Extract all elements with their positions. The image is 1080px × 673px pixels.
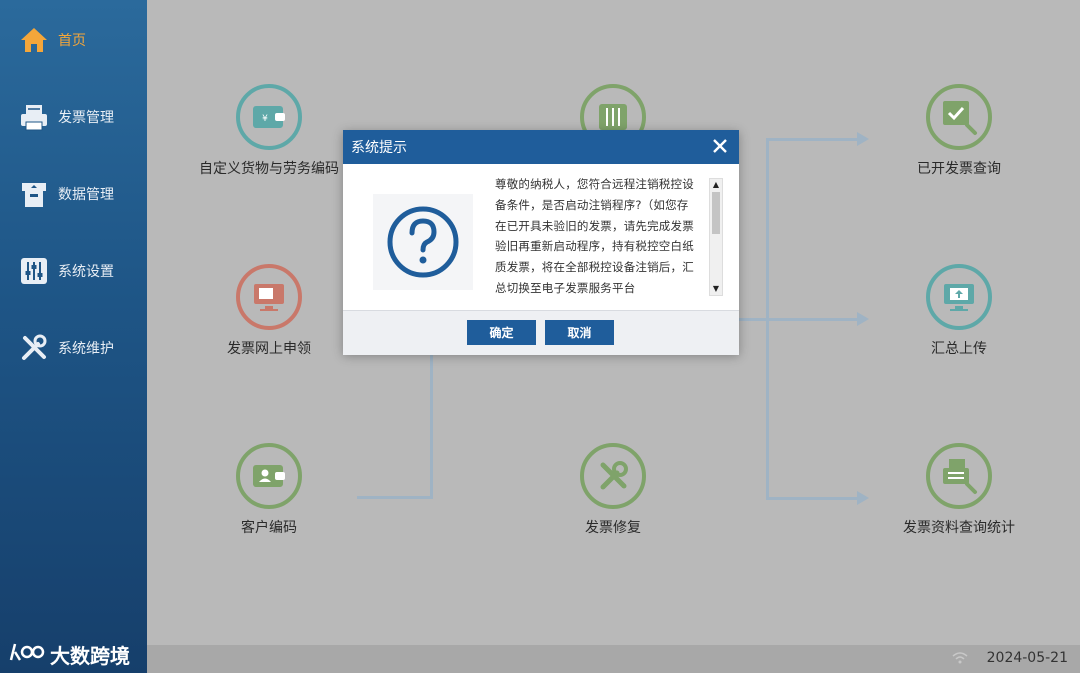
- dialog-title: 系统提示: [351, 140, 407, 156]
- arrow-head: [857, 491, 869, 505]
- sidebar-item-label: 发票管理: [58, 110, 114, 126]
- search-check-icon: [926, 84, 992, 150]
- sidebar-item-system-settings[interactable]: 系统设置: [18, 251, 114, 291]
- system-prompt-dialog: 系统提示 尊敬的纳税人，您符合远程注销税控设备条件，是否启动注销程序?（如您存在…: [343, 130, 739, 355]
- sidebar-item-home[interactable]: 首页: [18, 20, 86, 60]
- home-icon: [18, 24, 50, 56]
- flow-line: [766, 138, 858, 141]
- svg-text:¥: ¥: [262, 114, 268, 124]
- wallet-icon: ¥: [236, 84, 302, 150]
- flow-line: [357, 496, 433, 499]
- sidebar-item-label: 首页: [58, 33, 86, 49]
- tile-label: 发票资料查询统计: [903, 520, 1015, 536]
- close-icon[interactable]: [709, 135, 731, 157]
- scroll-down-icon[interactable]: ▼: [711, 284, 721, 294]
- sidebar-item-label: 系统设置: [58, 264, 114, 280]
- watermark: 大数跨境: [8, 638, 130, 670]
- scrollbar-thumb[interactable]: [712, 192, 720, 234]
- tile-label: 汇总上传: [931, 341, 987, 357]
- status-bar: 2024-05-21: [147, 645, 1080, 673]
- tile-customer-code[interactable]: 客户编码: [199, 443, 339, 537]
- upload-monitor-icon: [926, 264, 992, 330]
- flow-line: [766, 497, 858, 500]
- sidebar-item-label: 数据管理: [58, 187, 114, 203]
- sidebar-item-data-management[interactable]: 数据管理: [18, 174, 114, 214]
- data-drawer-icon: [18, 178, 50, 210]
- dialog-titlebar: 系统提示: [343, 130, 739, 164]
- cancel-button[interactable]: 取消: [545, 320, 614, 345]
- watermark-logo-icon: [8, 640, 46, 669]
- status-date: 2024-05-21: [986, 650, 1068, 666]
- tools-icon: [580, 443, 646, 509]
- monitor-invoice-icon: [236, 264, 302, 330]
- dialog-body: 尊敬的纳税人，您符合远程注销税控设备条件，是否启动注销程序?（如您存在已开具未验…: [343, 164, 739, 310]
- tile-online-invoice-apply[interactable]: 发票网上申领: [199, 264, 339, 358]
- dialog-scrollbar[interactable]: ▲ ▼: [709, 178, 723, 296]
- sliders-icon: [18, 255, 50, 287]
- tile-custom-goods-code[interactable]: ¥ 自定义货物与劳务编码: [199, 84, 339, 178]
- wifi-icon: [952, 651, 968, 669]
- sidebar-item-label: 系统维护: [58, 341, 114, 357]
- arrow-head: [857, 312, 869, 326]
- sidebar: 首页 发票管理 数据管理 系统设置 系统维护: [0, 0, 147, 673]
- dialog-footer: 确定 取消: [343, 310, 739, 355]
- tile-label: 发票网上申领: [227, 341, 311, 357]
- flow-line: [737, 318, 857, 321]
- tools-icon: [18, 332, 50, 364]
- scroll-up-icon[interactable]: ▲: [711, 180, 721, 190]
- question-icon: [373, 194, 473, 290]
- tile-label: 客户编码: [241, 520, 297, 536]
- tile-issued-invoice-query[interactable]: 已开发票查询: [889, 84, 1029, 178]
- flow-line: [430, 350, 433, 499]
- flow-line: [766, 138, 769, 500]
- tile-invoice-data-statistics[interactable]: 发票资料查询统计: [889, 443, 1029, 537]
- tile-summary-upload[interactable]: 汇总上传: [889, 264, 1029, 358]
- confirm-button[interactable]: 确定: [467, 320, 536, 345]
- sidebar-item-system-maintenance[interactable]: 系统维护: [18, 328, 114, 368]
- tile-label: 自定义货物与劳务编码: [199, 161, 339, 177]
- sidebar-item-invoice-management[interactable]: 发票管理: [18, 97, 114, 137]
- watermark-text: 大数跨境: [50, 643, 130, 668]
- dialog-message: 尊敬的纳税人，您符合远程注销税控设备条件，是否启动注销程序?（如您存在已开具未验…: [495, 177, 694, 295]
- document-search-icon: [926, 443, 992, 509]
- tile-invoice-repair[interactable]: 发票修复: [543, 443, 683, 537]
- tile-label: 已开发票查询: [917, 161, 1001, 177]
- tile-label: 发票修复: [585, 520, 641, 536]
- customer-card-icon: [236, 443, 302, 509]
- arrow-head: [857, 132, 869, 146]
- printer-icon: [18, 101, 50, 133]
